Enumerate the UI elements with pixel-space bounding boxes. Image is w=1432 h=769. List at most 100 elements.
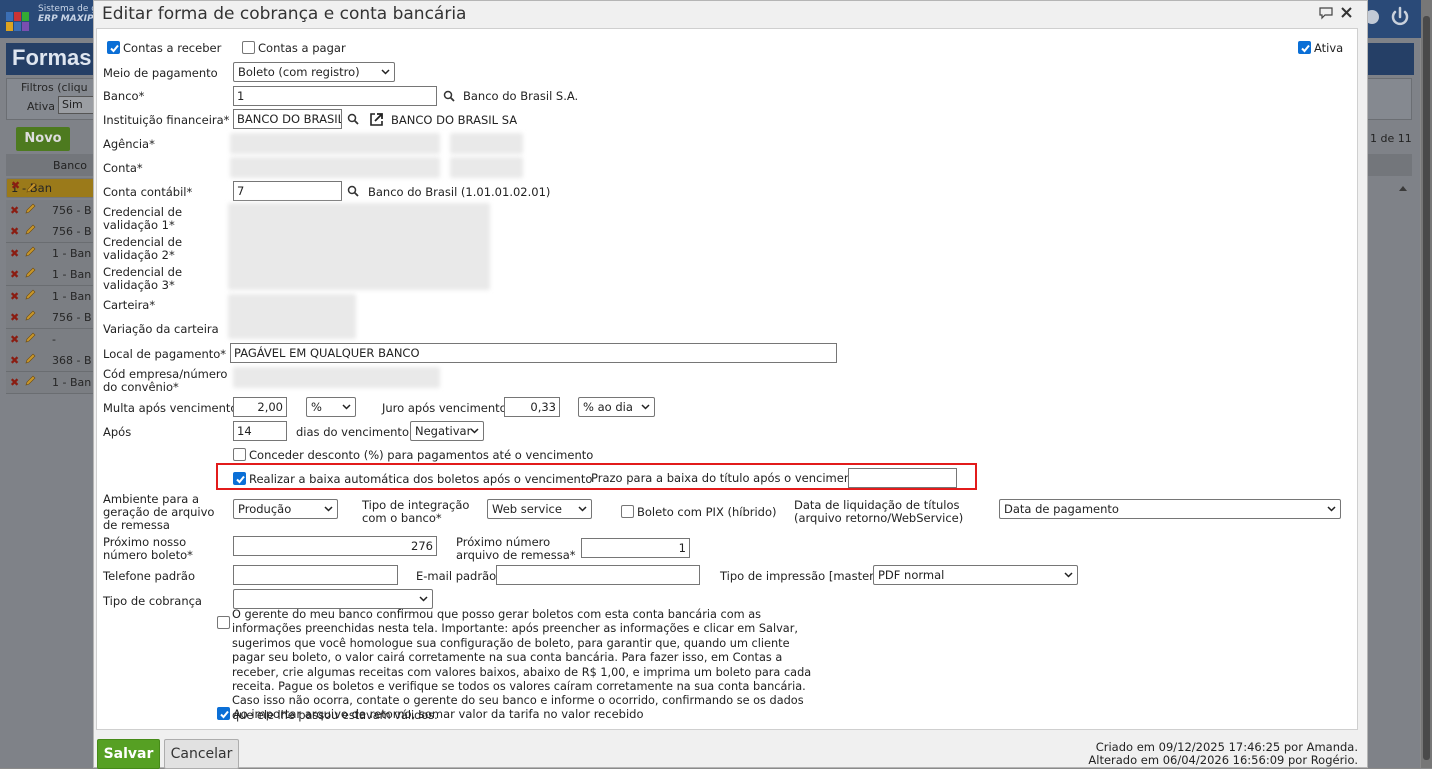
credencial-2-label: Credencial de validação 2* (103, 235, 183, 262)
agencia-label: Agência* (103, 137, 155, 151)
baixa-automatica-checkbox[interactable] (233, 472, 246, 485)
delete-icon[interactable]: ✖ (10, 243, 19, 264)
multa-input[interactable]: 2,00 (233, 397, 287, 417)
prazo-baixa-input[interactable] (848, 468, 957, 488)
multa-label: Multa após vencimento (103, 401, 238, 415)
cod-empresa-redacted[interactable] (233, 367, 440, 388)
background-table-row[interactable]: ✖ 1 - Ban (6, 264, 96, 286)
external-link-icon[interactable] (369, 112, 384, 127)
delete-icon[interactable]: ✖ (10, 350, 19, 371)
background-table-row[interactable]: ✖ 1 - Ban (6, 285, 96, 308)
multa-unit-select[interactable]: % (306, 397, 356, 417)
conta-contabil-input[interactable]: 7 (233, 181, 342, 201)
background-table-row[interactable]: ✖ - (6, 328, 96, 351)
delete-icon[interactable]: ✖ (10, 372, 19, 393)
save-button[interactable]: Salvar (97, 739, 160, 769)
proximo-remessa-input[interactable]: 1 (581, 538, 690, 558)
juro-unit-select[interactable]: % ao dia (578, 397, 655, 417)
edit-pencil-icon[interactable] (24, 353, 36, 365)
carteira-redacted[interactable] (228, 294, 356, 339)
instituicao-input[interactable]: BANCO DO BRASIL (233, 109, 342, 129)
boleto-pix-checkbox[interactable] (621, 505, 634, 518)
chevron-down-icon (381, 69, 390, 75)
edit-pencil-icon[interactable] (24, 375, 36, 387)
background-ativa-select[interactable]: Sim (58, 96, 98, 114)
background-table-row[interactable]: ✖ 1 - Ban (6, 242, 96, 265)
background-new-button[interactable]: Novo (16, 127, 70, 151)
background-table-row[interactable]: ✖ 756 - B (6, 221, 96, 243)
agencia-input-redacted[interactable] (230, 133, 440, 154)
meio-pagamento-select[interactable]: Boleto (com registro) (233, 62, 395, 82)
power-icon[interactable] (1389, 6, 1411, 28)
background-table-row[interactable]: ✖ 368 - B (6, 350, 96, 372)
apos-label: Após (103, 425, 132, 439)
background-table-row[interactable]: ✖ 1 - Ban (6, 371, 96, 394)
credenciais-redacted[interactable] (228, 203, 490, 290)
contas-receber-checkbox[interactable] (107, 41, 120, 54)
tipo-integracao-select[interactable]: Web service (487, 499, 592, 519)
telefone-input[interactable] (233, 565, 398, 585)
desconto-checkbox[interactable] (233, 448, 246, 461)
edit-pencil-icon[interactable] (24, 267, 36, 279)
search-icon[interactable] (347, 113, 359, 125)
conta-input-redacted[interactable] (230, 157, 440, 178)
tarifa-label: Ao importar arquivo de retorno, somar va… (233, 707, 644, 721)
close-icon[interactable] (1341, 7, 1352, 18)
variacao-label: Variação da carteira (103, 322, 219, 336)
edit-pencil-icon[interactable] (24, 289, 36, 301)
background-table-row[interactable]: ✖ 1 - Ban (6, 178, 96, 198)
page-scrollbar-thumb[interactable] (1423, 16, 1430, 760)
delete-icon[interactable]: ✖ (11, 179, 20, 193)
ambiente-select[interactable]: Produção (233, 499, 338, 519)
ambiente-label: Ambiente para a geração de arquivo de re… (103, 492, 215, 532)
search-icon[interactable] (443, 90, 455, 102)
background-table-row[interactable]: ✖ 756 - B (6, 307, 96, 329)
delete-icon[interactable]: ✖ (10, 200, 19, 221)
conta-digit-redacted[interactable] (450, 157, 523, 178)
proximo-boleto-label: Próximo nosso número boleto* (103, 535, 193, 562)
background-pagination: 1 de 11 (1370, 132, 1412, 145)
delete-icon[interactable]: ✖ (10, 329, 19, 350)
dias-label: dias do vencimento (296, 425, 409, 439)
delete-icon[interactable]: ✖ (10, 221, 19, 242)
tarifa-checkbox[interactable] (217, 707, 230, 720)
local-pagamento-input[interactable]: PAGÁVEL EM QUALQUER BANCO (230, 343, 837, 363)
edit-pencil-icon[interactable] (24, 310, 36, 322)
background-row-label: 1 - Ban (52, 268, 92, 281)
proximo-boleto-input[interactable]: 276 (233, 536, 437, 556)
delete-icon[interactable]: ✖ (10, 286, 19, 307)
tipo-cobranca-label: Tipo de cobrança (103, 594, 202, 608)
edit-pencil-icon[interactable] (25, 182, 37, 194)
delete-icon[interactable]: ✖ (10, 307, 19, 328)
edit-pencil-icon[interactable] (24, 246, 36, 258)
banco-input[interactable]: 1 (233, 86, 437, 106)
tipo-impressao-select[interactable]: PDF normal (873, 565, 1078, 585)
agencia-digit-redacted[interactable] (450, 133, 523, 154)
instituicao-label: Instituição financeira* (103, 113, 230, 127)
proximo-remessa-label: Próximo número arquivo de remessa* (456, 535, 576, 562)
delete-icon[interactable]: ✖ (10, 264, 19, 285)
search-icon[interactable] (347, 185, 359, 197)
gerente-confirmou-checkbox[interactable] (217, 616, 230, 629)
contas-pagar-checkbox[interactable] (242, 41, 255, 54)
credencial-3-label: Credencial de validação 3* (103, 265, 183, 292)
data-liquidacao-select[interactable]: Data de pagamento (999, 499, 1341, 519)
scroll-up-icon[interactable] (1398, 184, 1408, 192)
edit-pencil-icon[interactable] (24, 332, 36, 344)
background-row-label: 756 - B (52, 203, 92, 217)
apos-input[interactable]: 14 (233, 421, 287, 441)
background-table-row[interactable]: ✖ 756 - B (6, 199, 96, 222)
edit-pencil-icon[interactable] (24, 224, 36, 236)
ativa-label: Ativa (1314, 41, 1344, 55)
chevron-down-icon (641, 404, 650, 410)
comment-icon[interactable] (1318, 6, 1334, 20)
negativar-select[interactable]: Negativar (410, 421, 484, 441)
juro-input[interactable]: 0,33 (504, 397, 560, 417)
boleto-pix-label: Boleto com PIX (híbrido) (637, 505, 777, 519)
cancel-button[interactable]: Cancelar (164, 739, 239, 769)
ativa-checkbox[interactable] (1298, 41, 1311, 54)
edit-pencil-icon[interactable] (24, 203, 36, 215)
tipo-cobranca-select[interactable] (233, 589, 433, 609)
email-input[interactable] (496, 565, 700, 585)
background-row-label: 368 - B (52, 354, 92, 367)
